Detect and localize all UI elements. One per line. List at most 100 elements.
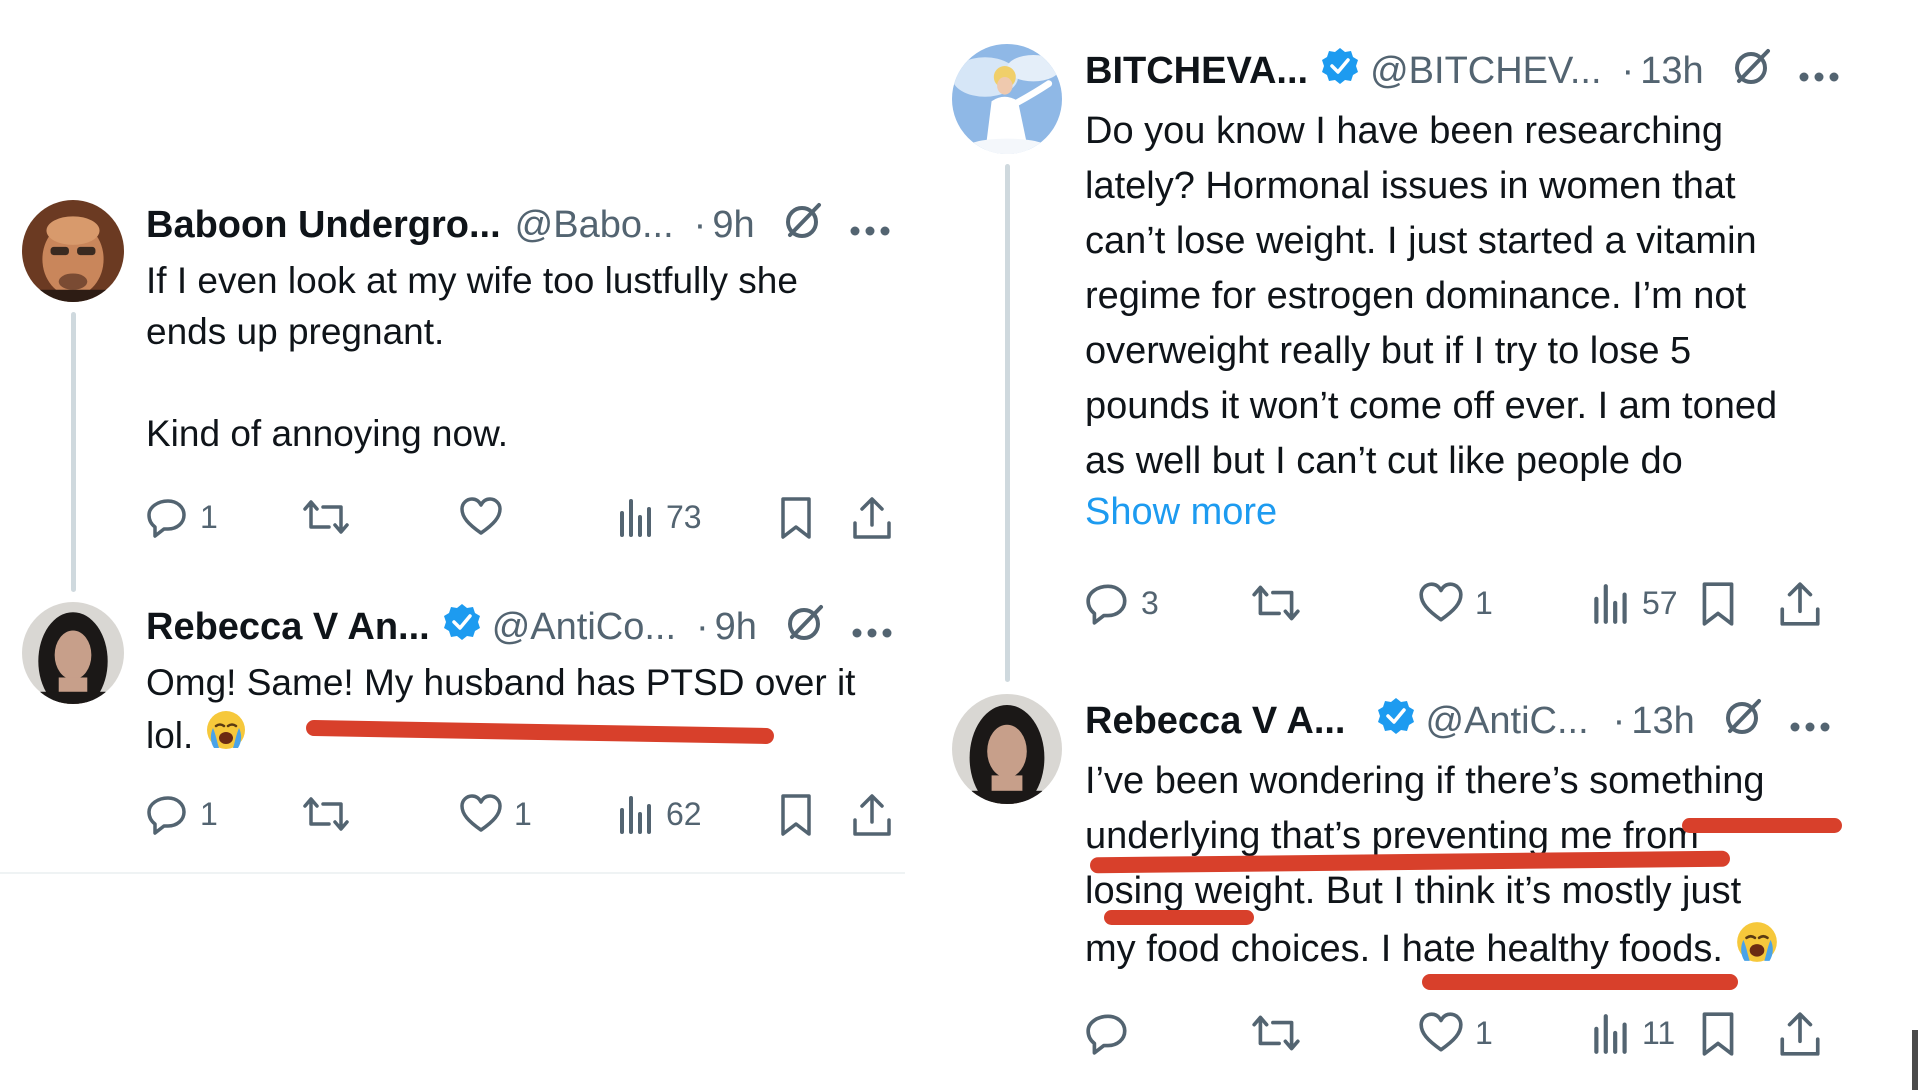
avatar-bitcheva[interactable] — [952, 44, 1062, 154]
bookmark-button[interactable] — [1697, 1010, 1739, 1058]
like-icon — [1419, 1012, 1463, 1052]
like-button[interactable]: 1 — [1417, 1010, 1493, 1056]
reply-count: 1 — [200, 795, 218, 832]
more-icon[interactable] — [1798, 50, 1840, 93]
timestamp[interactable]: 9h — [715, 606, 757, 649]
separator-dot: · — [1621, 49, 1635, 92]
tweet-actions: 1 1 62 — [146, 792, 896, 842]
grok-icon[interactable] — [785, 601, 827, 653]
retweet-button[interactable] — [301, 792, 351, 836]
reply-count: 1 — [200, 498, 218, 535]
display-name[interactable]: Rebecca V A... — [1085, 700, 1346, 743]
avatar-rebecca-image — [952, 694, 1062, 804]
timestamp[interactable]: 13h — [1631, 700, 1694, 743]
timestamp[interactable]: 9h — [712, 204, 754, 247]
avatar-rebecca[interactable] — [952, 694, 1062, 804]
tweet-actions: 1 11 — [1085, 1010, 1825, 1060]
scrollbar-edge[interactable] — [1912, 1030, 1918, 1090]
avatar-bitcheva-image — [952, 44, 1062, 154]
views-button[interactable]: 11 — [1590, 1010, 1675, 1056]
retweet-icon — [303, 500, 349, 534]
show-more-link[interactable]: Show more — [1085, 491, 1277, 534]
reply-icon — [147, 796, 186, 835]
avatar-baboon[interactable] — [22, 200, 124, 302]
share-button[interactable] — [1777, 1010, 1823, 1058]
bookmark-button[interactable] — [776, 495, 816, 541]
user-handle[interactable]: @BITCHEV... — [1370, 50, 1601, 93]
like-icon — [460, 794, 502, 832]
grok-icon[interactable] — [783, 199, 825, 251]
retweet-button[interactable] — [1250, 580, 1302, 626]
views-button[interactable]: 62 — [616, 792, 702, 836]
separator-dot: · — [1612, 699, 1626, 742]
like-count: 1 — [514, 795, 532, 832]
views-button[interactable]: 73 — [616, 495, 702, 539]
like-button[interactable] — [458, 495, 514, 539]
share-icon — [1780, 582, 1820, 626]
views-icon — [1594, 1014, 1627, 1054]
tweet-baboon[interactable]: Baboon Undergro... @Babo... · 9h If I ev… — [0, 0, 905, 592]
thread-connector-line — [71, 312, 76, 592]
tweet-text: If I even look at my wife too lustfully … — [146, 260, 798, 454]
avatar-rebecca[interactable] — [22, 602, 124, 704]
share-button[interactable] — [850, 792, 894, 838]
retweet-button[interactable] — [301, 495, 351, 539]
reply-button[interactable]: 1 — [146, 792, 218, 836]
display-name[interactable]: Rebecca V An... — [146, 606, 430, 649]
timestamp[interactable]: 13h — [1640, 50, 1703, 93]
like-button[interactable]: 1 — [458, 792, 532, 836]
tweet-header: Rebecca V An... @AntiCo... · 9h — [146, 602, 893, 652]
tweet-actions: 3 1 57 — [1085, 580, 1825, 630]
share-icon — [853, 794, 891, 836]
tweet-rebecca-left[interactable]: Rebecca V An... @AntiCo... · 9h Omg! Sam… — [0, 590, 905, 875]
retweet-button[interactable] — [1250, 1010, 1302, 1056]
grok-icon[interactable] — [1732, 45, 1774, 97]
verified-badge-icon — [1376, 696, 1416, 746]
tweet-rebecca-right[interactable]: Rebecca V A... @AntiC... · 13h I’ve been… — [940, 680, 1920, 1090]
retweet-icon — [1252, 1015, 1300, 1051]
thread-connector-line — [1005, 164, 1010, 682]
like-button[interactable]: 1 — [1417, 580, 1493, 626]
tweet-header: Baboon Undergro... @Babo... · 9h — [146, 200, 891, 250]
reply-button[interactable]: 3 — [1085, 580, 1159, 626]
crying-emoji-icon — [204, 708, 248, 765]
view-count: 11 — [1642, 1014, 1676, 1051]
views-icon — [620, 499, 651, 537]
reply-icon — [147, 499, 186, 538]
more-icon[interactable] — [1789, 700, 1831, 743]
bookmark-button[interactable] — [776, 792, 816, 838]
separator-dot: · — [696, 605, 709, 648]
avatar-rebecca-image — [22, 602, 124, 704]
annotation-underline — [1104, 910, 1254, 925]
view-count: 62 — [666, 795, 702, 832]
reply-button[interactable]: 1 — [146, 495, 218, 539]
tweet-header: BITCHEVA... @BITCHEV... · 13h — [1085, 46, 1840, 96]
view-count: 73 — [666, 498, 702, 535]
share-button[interactable] — [850, 495, 894, 541]
bookmark-icon — [781, 497, 811, 539]
reply-button[interactable] — [1085, 1010, 1141, 1056]
share-icon — [1780, 1012, 1820, 1056]
separator-dot: · — [693, 203, 707, 246]
verified-badge-icon — [442, 602, 482, 652]
display-name[interactable]: Baboon Undergro... — [146, 204, 501, 247]
view-count: 57 — [1642, 584, 1678, 621]
user-handle[interactable]: @AntiCo... — [492, 606, 676, 649]
user-handle[interactable]: @Babo... — [515, 204, 674, 247]
bookmark-button[interactable] — [1697, 580, 1739, 628]
bookmark-icon — [781, 794, 811, 836]
reply-icon — [1086, 1014, 1127, 1055]
tweet-bitcheva[interactable]: BITCHEVA... @BITCHEV... · 13h Do you kno… — [940, 0, 1920, 682]
grok-icon[interactable] — [1723, 695, 1765, 747]
user-handle[interactable]: @AntiC... — [1426, 700, 1589, 743]
views-icon — [620, 796, 651, 834]
more-icon[interactable] — [851, 606, 893, 649]
more-icon[interactable] — [849, 204, 891, 247]
tweet-actions: 1 73 — [146, 495, 896, 545]
display-name[interactable]: BITCHEVA... — [1085, 50, 1308, 93]
views-button[interactable]: 57 — [1590, 580, 1678, 626]
retweet-icon — [1252, 585, 1300, 621]
avatar-baboon-image — [22, 200, 124, 302]
retweet-icon — [303, 797, 349, 831]
share-button[interactable] — [1777, 580, 1823, 628]
